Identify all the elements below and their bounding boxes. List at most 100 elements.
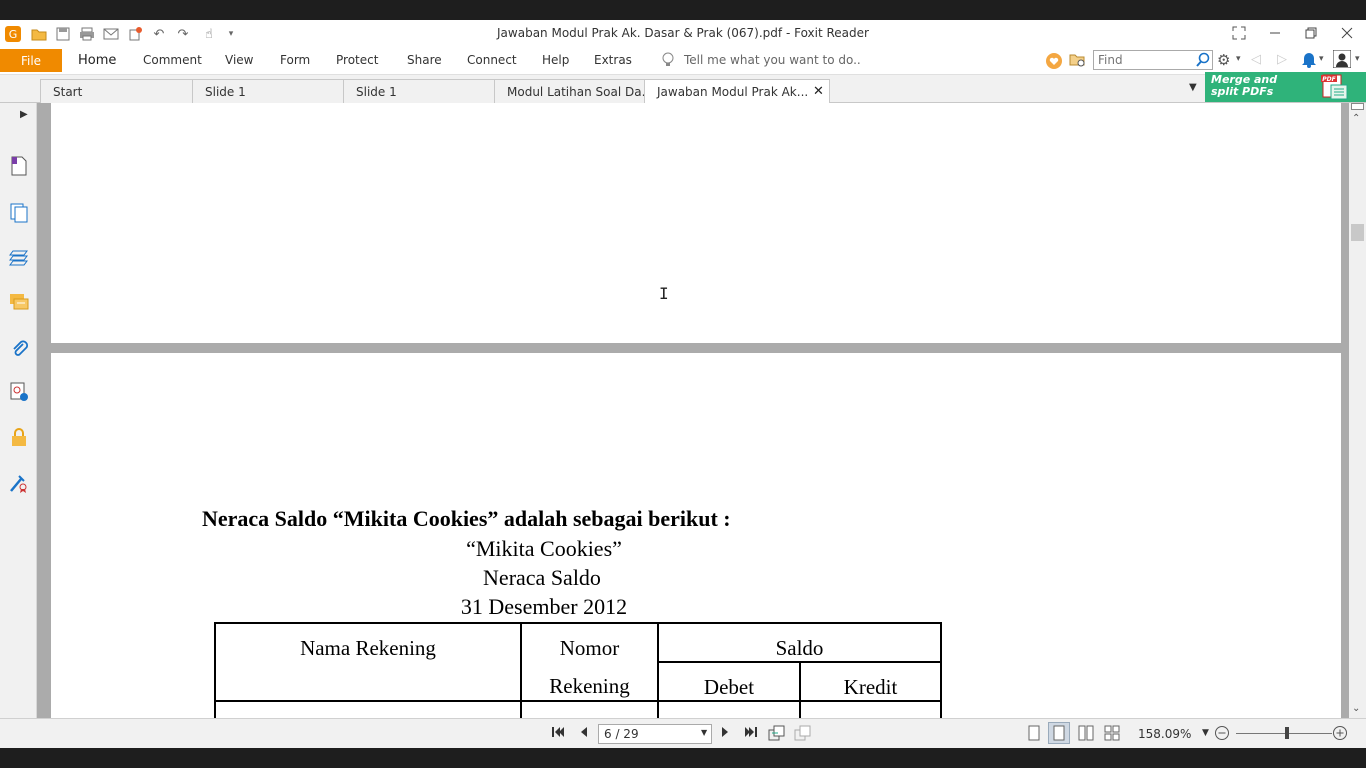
tell-me-search[interactable]: Tell me what you want to do.. [684,53,861,67]
fullscreen-icon[interactable] [1227,23,1251,43]
folder-search-icon[interactable] [1069,52,1087,71]
layers-icon[interactable] [7,245,31,269]
pdf-merge-icon: PDF [1319,73,1351,104]
header-debet: Debet [657,661,801,702]
signature-panel-icon[interactable] [7,380,31,404]
zoom-in-icon[interactable] [1332,725,1348,745]
menu-form[interactable]: Form [280,53,310,67]
pdf-page-previous: I [51,103,1341,343]
zoom-out-icon[interactable] [1214,725,1230,745]
header-account-number: Nomor [520,622,659,662]
heart-icon[interactable] [1045,52,1063,73]
table-row: Kas 1.1.1.1 30.000.000 [214,700,942,718]
split-handle[interactable] [1351,103,1364,110]
menu-comment[interactable]: Comment [143,53,202,67]
document-tab-bar: Start Slide 1 Slide 1 Modul Latihan Soal… [0,75,1366,104]
minimize-button[interactable] [1263,23,1287,43]
bookmark-page-icon[interactable] [7,154,31,178]
header-account-name: Nama Rekening [214,622,522,702]
tab-slide-1-second[interactable]: Slide 1 [343,79,500,103]
tab-slide-1[interactable]: Slide 1 [192,79,347,103]
tab-list-dropdown-icon[interactable]: ▼ [1189,82,1197,93]
search-icon[interactable] [1195,52,1211,71]
page-number-box[interactable]: 6 / 29 ▼ [598,724,712,744]
comments-icon[interactable] [7,290,31,314]
menu-extras[interactable]: Extras [594,53,632,67]
facing-view-icon[interactable] [1078,725,1094,745]
scroll-thumb[interactable] [1351,224,1364,241]
close-window-button[interactable] [1335,23,1359,43]
ribbon-menu-bar: File Home Comment View Form Protect Shar… [0,47,1366,75]
header-kredit: Kredit [799,661,942,702]
menu-help[interactable]: Help [542,53,569,67]
trial-balance-table: Nama Rekening Nomor Saldo Rekening Debet… [214,622,942,718]
tab-jawaban-modul[interactable]: Jawaban Modul Prak Ak... ✕ [644,79,830,104]
tab-label: Modul Latihan Soal Da... [507,85,647,99]
cell-account-number: 1.1.1.1 [520,700,659,718]
previous-view-icon[interactable]: ◁ [1251,52,1261,67]
lightbulb-icon [661,52,675,71]
single-page-view-icon[interactable] [1028,725,1040,745]
report-date: 31 Desember 2012 [460,594,628,619]
screen-top-border [0,0,1366,20]
continuous-view-icon[interactable] [1048,722,1070,744]
menu-connect[interactable]: Connect [467,53,517,67]
security-lock-icon[interactable] [7,425,31,449]
menu-protect[interactable]: Protect [336,53,378,67]
header-account-number-2: Rekening [520,662,659,702]
header-saldo: Saldo [657,622,942,663]
screen-bottom-border [0,748,1366,768]
next-view-icon[interactable]: ▷ [1277,52,1287,67]
expand-panel-icon[interactable]: ▶ [20,109,28,120]
window-title: Jawaban Modul Prak Ak. Dasar & Prak (067… [497,26,869,40]
scroll-down-icon[interactable]: ⌄ [1352,703,1360,714]
last-page-icon[interactable] [744,725,758,743]
user-avatar-icon[interactable] [1332,49,1352,71]
attachments-icon[interactable] [7,336,31,360]
next-page-icon[interactable] [720,725,730,743]
file-menu-button[interactable]: File [0,49,62,72]
menu-share[interactable]: Share [407,53,442,67]
find-input[interactable] [1094,51,1190,69]
title-bar: G ↶ ↷ ☝ ▾ Jawaban Modul Prak Ak. Dasar &… [0,20,1366,47]
zoom-level[interactable]: 158.09% [1138,727,1191,741]
user-dropdown-icon[interactable]: ▾ [1355,54,1360,64]
status-bar: 6 / 29 ▼ 158.09% ▼ [0,718,1366,748]
notification-bell-icon[interactable] [1301,51,1317,71]
first-page-icon[interactable] [551,725,565,743]
document-heading: Neraca Saldo “Mikita Cookies” adalah seb… [202,506,731,531]
merge-split-promo[interactable]: Merge and split PDFs PDF [1205,72,1366,102]
certificate-tool-icon[interactable] [7,471,31,495]
tab-label: Slide 1 [205,85,246,99]
tab-label: Start [53,85,83,99]
vertical-scrollbar[interactable]: ⌃ ⌄ [1349,103,1366,718]
pdf-page-current: Neraca Saldo “Mikita Cookies” adalah seb… [51,353,1341,718]
scroll-up-icon[interactable]: ⌃ [1352,113,1360,124]
menu-view[interactable]: View [225,53,253,67]
restore-button[interactable] [1299,23,1323,43]
previous-view-page-icon[interactable] [768,725,786,745]
cell-kredit [799,700,942,718]
previous-page-icon[interactable] [578,725,588,743]
notification-dropdown-icon[interactable]: ▾ [1319,54,1324,64]
zoom-dropdown-icon[interactable]: ▼ [1202,728,1209,738]
navigation-panel: ▶ [0,103,39,718]
find-box[interactable] [1093,50,1213,70]
tab-label: Jawaban Modul Prak Ak... [657,85,809,99]
settings-gear-icon[interactable]: ⚙ [1217,51,1230,69]
next-view-page-icon[interactable] [794,725,812,745]
settings-dropdown-icon[interactable]: ▾ [1236,54,1241,64]
company-name: “Mikita Cookies” [466,536,622,561]
tab-modul-latihan[interactable]: Modul Latihan Soal Da... [494,79,647,103]
continuous-facing-view-icon[interactable] [1104,725,1120,745]
close-tab-icon[interactable]: ✕ [813,84,824,99]
cell-account-name: Kas [214,700,522,718]
text-cursor-icon: I [659,284,669,303]
pages-thumbnail-icon[interactable] [7,201,31,225]
zoom-slider-track[interactable] [1236,733,1332,734]
report-title: Neraca Saldo [483,565,601,590]
tab-start[interactable]: Start [40,79,198,103]
menu-home[interactable]: Home [78,53,116,68]
page-dropdown-icon[interactable]: ▼ [701,728,707,737]
zoom-slider-thumb[interactable] [1285,727,1289,739]
